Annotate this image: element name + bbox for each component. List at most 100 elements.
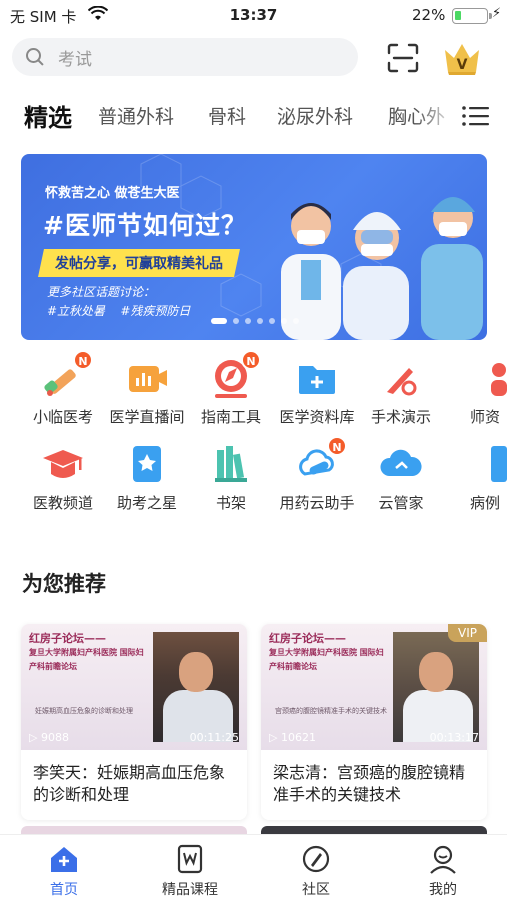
tool-exam[interactable]: N 小临医考 [20,350,106,427]
talk-subtitle: 宫颈癌的腹腔镜精准手术的关键技术 [275,707,387,715]
doctors-illustration [281,197,483,340]
video-duration: 00:13:17 [429,731,479,744]
nav-community[interactable]: 社区 [266,843,366,899]
video-thumbnail: 红房子论坛—— 复旦大学附属妇产科医院 国际妇产科前瞻论坛 宫颈癌的腹腔镜精准手术… [261,624,487,750]
tool-label: 用药云助手 [279,494,355,512]
home-icon [48,843,80,875]
search-input[interactable]: 考试 [12,38,358,76]
live-chart-icon [125,356,169,400]
next-card-peek [261,826,487,834]
speaker-photo [153,632,239,742]
tool-exam-star[interactable]: 助考之星 [104,442,190,513]
video-title: 李笑天：妊娠期高血压危象的诊断和处理 [33,763,226,804]
scalpel-icon [379,356,423,400]
carousel-dot[interactable] [233,318,239,324]
teacher-icon [463,356,507,400]
carousel-dot[interactable] [293,318,299,324]
tool-label: 医学直播间 [109,408,185,426]
tool-label: 病例 [469,494,500,512]
tool-label: 助考之星 [116,494,177,512]
tool-label: 书架 [215,494,246,512]
vip-badge: VIP [448,624,487,642]
video-card[interactable]: 红房子论坛—— 复旦大学附属妇产科医院 国际妇产科前瞻论坛 宫颈癌的腹腔镜精准手术… [261,624,487,820]
tool-cloud-keeper[interactable]: 云管家 [358,442,444,513]
nav-home[interactable]: 首页 [14,843,114,899]
tool-label: 医学资料库 [279,408,355,426]
search-icon [26,48,44,66]
tool-cases[interactable]: 病例 [442,442,507,513]
tool-edu-channel[interactable]: 医教频道 [20,442,106,513]
tab-orthopedics[interactable]: 骨科 [208,102,246,129]
compass-icon: N [209,350,261,400]
carousel-dots [211,318,299,324]
case-icon [463,442,507,486]
tool-drug-assistant[interactable]: N 用药云助手 [274,436,360,513]
profile-icon [427,843,459,875]
banner-headline: #医师节如何过？ [43,211,247,240]
tool-label: 指南工具 [200,408,261,426]
video-duration: 00:11:25 [189,731,239,744]
play-count: ▷ 10621 [269,731,316,744]
tool-bookshelf[interactable]: 书架 [188,442,274,513]
battery-percent: 22% [412,6,446,24]
status-bar: 无 SIM 卡 13:37 22% ⚡ [0,0,507,32]
vip-crown-icon[interactable]: V [442,40,482,76]
promo-banner[interactable]: 怀救苦之心 做苍生大医 #医师节如何过？ 发帖分享，可赢取精美礼品 更多社区话题… [21,154,487,340]
scan-icon[interactable] [386,42,420,74]
svg-text:V: V [457,57,468,73]
talk-subtitle: 妊娠期高血压危象的诊断和处理 [35,707,133,715]
carousel-dot[interactable] [269,318,275,324]
banner-slogan: 怀救苦之心 做苍生大医 [45,186,180,201]
tool-teachers[interactable]: 师资 [442,356,507,427]
course-icon [174,843,206,875]
forum-title: 红房子论坛—— [269,632,346,645]
community-icon [300,843,332,875]
carousel-dot[interactable] [281,318,287,324]
carousel-dot[interactable] [245,318,251,324]
tool-live-room[interactable]: 医学直播间 [104,356,190,427]
folder-plus-icon [295,356,339,400]
search-placeholder: 考试 [58,49,92,70]
star-book-icon [125,442,169,486]
charging-icon: ⚡ [492,6,502,21]
tool-label: 小临医考 [32,408,93,426]
tool-label: 手术演示 [370,408,431,426]
pill-cloud-icon: N [295,436,347,486]
pen-icon: N [41,350,93,400]
video-card[interactable]: 红房子论坛—— 复旦大学附属妇产科医院 国际妇产科前瞻论坛 妊娠期高血压危象的诊断… [21,624,247,820]
tool-surgery-demo[interactable]: 手术演示 [358,356,444,427]
cloud-icon [379,442,423,486]
carousel-dot[interactable] [257,318,263,324]
video-thumbnail: 红房子论坛—— 复旦大学附属妇产科医院 国际妇产科前瞻论坛 妊娠期高血压危象的诊断… [21,624,247,750]
nav-label: 精品课程 [162,882,218,898]
video-title: 梁志清：宫颈癌的腹腔镜精准手术的关键技术 [273,763,466,804]
tab-featured[interactable]: 精选 [24,98,72,133]
bottom-nav: 首页 精品课程 社区 我的 [0,834,507,900]
category-menu-button[interactable] [455,92,507,138]
bookshelf-icon [209,442,253,486]
banner-ribbon: 发帖分享，可赢取精美礼品 [38,249,240,277]
next-card-peek [21,826,247,834]
nav-profile[interactable]: 我的 [393,843,493,899]
tool-guidelines[interactable]: N 指南工具 [188,350,274,427]
list-menu-icon [462,106,489,126]
forum-title: 红房子论坛—— [29,632,106,645]
speaker-photo [393,632,479,742]
tool-label: 师资 [469,408,500,426]
nav-courses[interactable]: 精品课程 [140,843,240,899]
forum-subtitle: 复旦大学附属妇产科医院 国际妇产科前瞻论坛 [269,648,384,671]
recommend-title: 为您推荐 [22,572,106,596]
banner-tags: #立秋处暑 #残疾预防日 [47,304,191,318]
carousel-dot[interactable] [211,318,227,324]
nav-label: 社区 [302,882,330,898]
battery-icon [452,8,492,24]
graduation-cap-icon [41,442,85,486]
tab-general-surgery[interactable]: 普通外科 [98,102,174,129]
nav-label: 首页 [50,882,78,898]
play-count: ▷ 9088 [29,731,69,744]
tab-urology[interactable]: 泌尿外科 [277,102,353,129]
app-screen: 无 SIM 卡 13:37 22% ⚡ 考试 V 精选 普通外科 骨科 泌尿外科… [0,0,507,900]
banner-more-topics: 更多社区话题讨论： [47,285,156,299]
nav-label: 我的 [429,882,457,898]
tool-library[interactable]: 医学资料库 [274,356,360,427]
